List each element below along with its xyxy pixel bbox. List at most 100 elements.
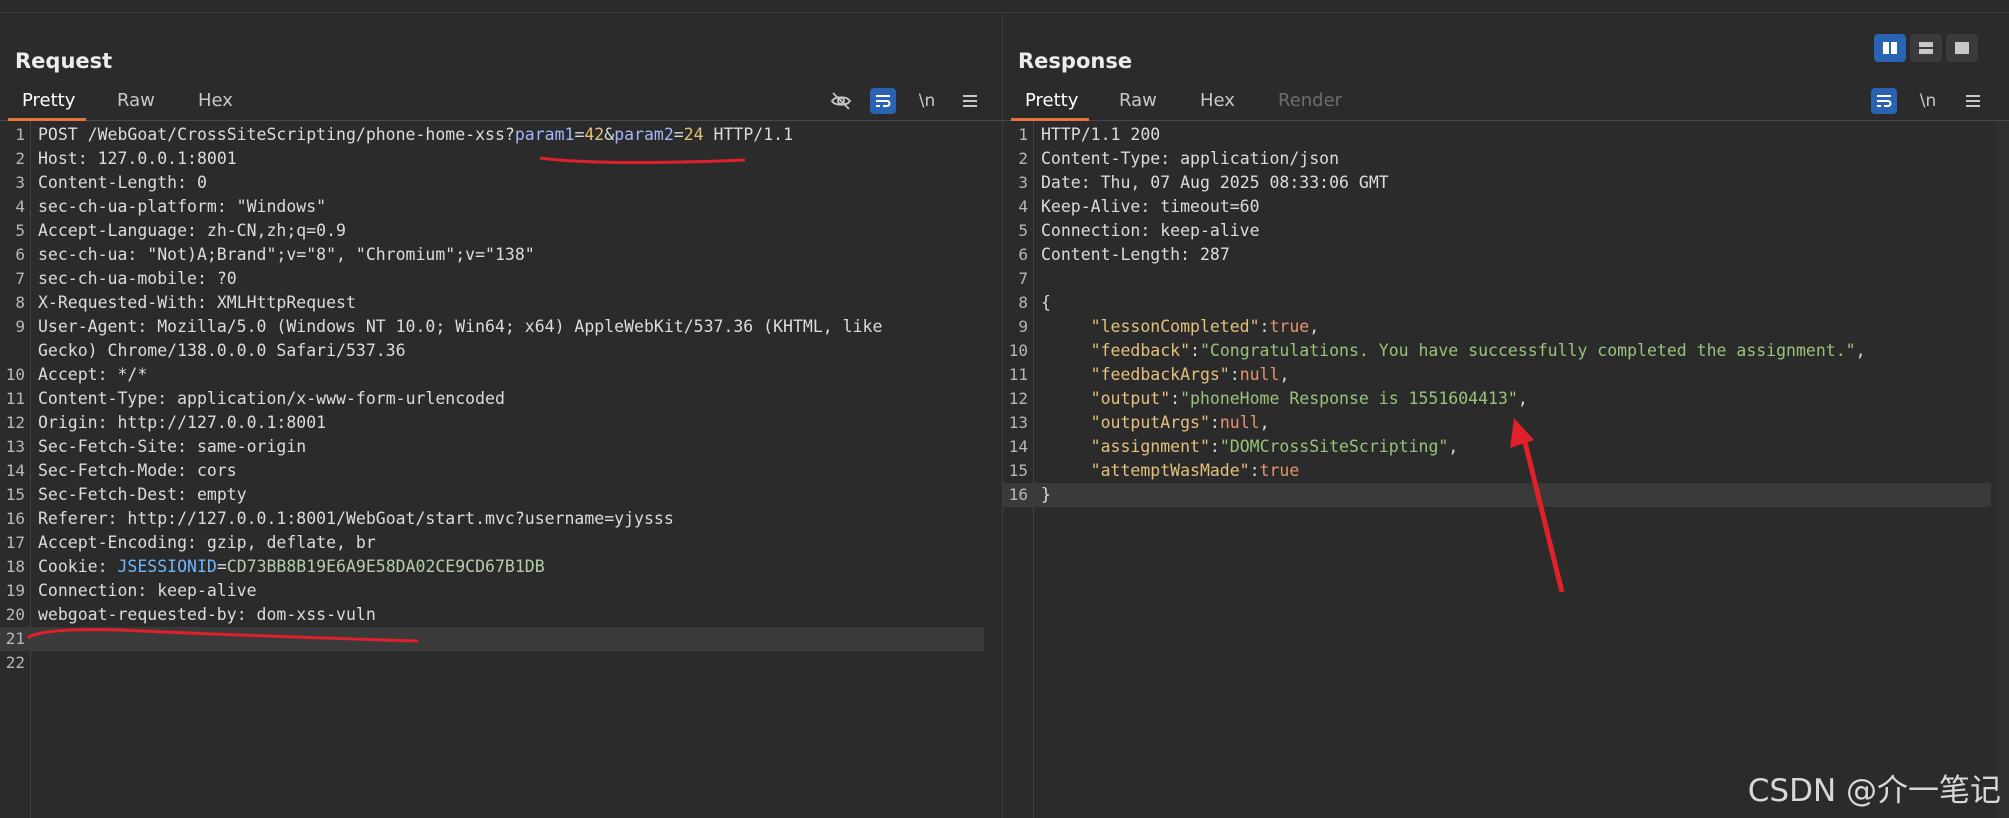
code-line[interactable]: 13 "outputArgs":null, <box>1003 411 1991 435</box>
wrap-lines-icon[interactable] <box>870 88 896 114</box>
code-line[interactable]: 6 Content-Length: 287 <box>1003 243 1991 267</box>
code-token: Content-Type <box>38 389 158 408</box>
code-line[interactable]: 10 Accept: */* <box>0 363 984 387</box>
tab-raw[interactable]: Raw <box>1119 90 1157 111</box>
code-line[interactable]: 4 Keep-Alive: timeout=60 <box>1003 195 1991 219</box>
line-number: 14 <box>5 461 25 480</box>
code-line[interactable]: 14 Sec-Fetch-Mode: cors <box>0 459 984 483</box>
line-number: 13 <box>1008 413 1028 432</box>
code-line[interactable]: 17 Accept-Encoding: gzip, deflate, br <box>0 531 984 555</box>
tab-render[interactable]: Render <box>1278 90 1342 111</box>
menu-icon[interactable] <box>1960 88 1986 114</box>
code-token: , <box>1855 341 1866 360</box>
code-line[interactable]: 16} <box>1003 483 1991 507</box>
tab-pretty[interactable]: Pretty <box>22 90 75 111</box>
code-line[interactable]: 16 Referer: http://127.0.0.1:8001/WebGoat… <box>0 507 984 531</box>
code-line[interactable]: 13 Sec-Fetch-Site: same-origin <box>0 435 984 459</box>
code-line[interactable]: 15 "attemptWasMade":true <box>1003 459 1991 483</box>
code-token: : <box>1259 317 1270 336</box>
code-line[interactable]: 11 Content-Type: application/x-www-form-u… <box>0 387 984 411</box>
code-line[interactable]: 2 Host: 127.0.0.1:8001 <box>0 147 984 171</box>
line-number: 7 <box>15 269 25 288</box>
wrap-lines-icon[interactable] <box>1871 88 1897 114</box>
code-line[interactable]: 3 Date: Thu, 07 Aug 2025 08:33:06 GMT <box>1003 171 1991 195</box>
code-line[interactable]: 15 Sec-Fetch-Dest: empty <box>0 483 984 507</box>
code-token: : cors <box>177 461 237 480</box>
code-line[interactable]: 22 <box>0 651 984 675</box>
code-text: "lessonCompleted":true, <box>1041 315 1320 339</box>
code-line[interactable]: 1 POST /WebGoat/CrossSiteScripting/phone-… <box>0 123 984 147</box>
tab-hex[interactable]: Hex <box>198 90 233 111</box>
code-token: HTTP/1.1 <box>703 125 794 144</box>
code-token: Cookie <box>38 557 98 576</box>
response-editor[interactable]: 1 HTTP/1.1 200 2 Content-Type: application/… <box>1003 121 2009 818</box>
code-line[interactable]: 9 User-Agent: Mozilla/5.0 (Windows NT 10.… <box>0 315 984 339</box>
code-text: Sec-Fetch-Dest: empty <box>38 483 247 507</box>
line-number: 4 <box>1018 197 1028 216</box>
code-token: : keep-alive <box>1140 221 1260 240</box>
code-line[interactable]: 9 "lessonCompleted":true, <box>1003 315 1991 339</box>
code-token: & <box>604 125 615 144</box>
code-line[interactable]: 7 <box>1003 267 1991 291</box>
code-line[interactable]: 2 Content-Type: application/json <box>1003 147 1991 171</box>
code-line[interactable]: 12 Origin: http://127.0.0.1:8001 <box>0 411 984 435</box>
code-line[interactable]: 19 Connection: keep-alive <box>0 579 984 603</box>
code-token: : Mozilla/5.0 (Windows NT 10.0; Win64; x… <box>137 317 883 336</box>
code-line[interactable]: 4 sec-ch-ua-platform: "Windows" <box>0 195 984 219</box>
code-token: : dom-xss-vuln <box>236 605 376 624</box>
line-number: 21 <box>5 629 25 648</box>
menu-icon[interactable] <box>957 88 983 114</box>
code-line[interactable]: 8 X-Requested-With: XMLHttpRequest <box>0 291 984 315</box>
split-vertical-icon[interactable] <box>1910 34 1942 62</box>
code-token: Connection <box>38 581 138 600</box>
code-token: "attemptWasMade" <box>1041 461 1250 480</box>
code-line[interactable]: Gecko) Chrome/138.0.0.0 Safari/537.36 <box>0 339 984 363</box>
line-number: 12 <box>5 413 25 432</box>
vertical-scrollbar[interactable] <box>1995 121 2009 818</box>
code-token: , <box>1279 365 1290 384</box>
code-token: sec-ch-ua <box>38 245 128 264</box>
request-pane: Request Pretty Raw Hex \n 1 POST /WebGoat… <box>0 13 1003 818</box>
code-token: : Thu, 07 Aug 2025 08:33:06 GMT <box>1080 173 1389 192</box>
code-text: "assignment":"DOMCrossSiteScripting", <box>1041 435 1459 459</box>
line-number: 9 <box>15 317 25 336</box>
code-text: Cookie: JSESSIONID=CD73BB8B19E6A9E58DA02… <box>38 555 545 579</box>
top-toolbar-strip <box>0 0 2009 13</box>
code-line[interactable]: 21 <box>0 627 984 651</box>
code-line[interactable]: 5 Connection: keep-alive <box>1003 219 1991 243</box>
code-line[interactable]: 14 "assignment":"DOMCrossSiteScripting", <box>1003 435 1991 459</box>
code-line[interactable]: 8{ <box>1003 291 1991 315</box>
code-line[interactable]: 18 Cookie: JSESSIONID=CD73BB8B19E6A9E58DA… <box>0 555 984 579</box>
tab-hex[interactable]: Hex <box>1200 90 1235 111</box>
code-text: sec-ch-ua-mobile: ?0 <box>38 267 237 291</box>
code-line[interactable]: 20 webgoat-requested-by: dom-xss-vuln <box>0 603 984 627</box>
request-editor[interactable]: 1 POST /WebGoat/CrossSiteScripting/phone-… <box>0 121 1002 818</box>
code-line[interactable]: 1 HTTP/1.1 200 <box>1003 123 1991 147</box>
code-line[interactable]: 3 Content-Length: 0 <box>0 171 984 195</box>
code-line[interactable]: 11 "feedbackArgs":null, <box>1003 363 1991 387</box>
line-number: 14 <box>1008 437 1028 456</box>
code-token: : ?0 <box>196 269 237 288</box>
line-number: 6 <box>1018 245 1028 264</box>
code-line[interactable]: 6 sec-ch-ua: "Not)A;Brand";v="8", "Chromi… <box>0 243 984 267</box>
code-line[interactable]: 7 sec-ch-ua-mobile: ?0 <box>0 267 984 291</box>
code-line[interactable]: 12 "output":"phoneHome Response is 15516… <box>1003 387 1991 411</box>
tab-pretty[interactable]: Pretty <box>1025 90 1078 111</box>
code-token: : <box>1229 365 1240 384</box>
line-number: 1 <box>15 125 25 144</box>
code-line[interactable]: 5 Accept-Language: zh-CN,zh;q=0.9 <box>0 219 984 243</box>
code-line[interactable]: 10 "feedback":"Congratulations. You have… <box>1003 339 1991 363</box>
code-token: Host <box>38 149 78 168</box>
newline-icon[interactable]: \n <box>1915 88 1941 114</box>
split-horizontal-icon[interactable] <box>1874 34 1906 62</box>
line-number: 17 <box>5 533 25 552</box>
single-pane-icon[interactable] <box>1946 34 1978 62</box>
line-number: 18 <box>5 557 25 576</box>
tab-raw[interactable]: Raw <box>117 90 155 111</box>
code-token: , <box>1448 437 1459 456</box>
eye-off-icon[interactable] <box>828 88 854 114</box>
newline-icon[interactable]: \n <box>914 88 940 114</box>
code-token: : <box>1249 461 1260 480</box>
code-token: = <box>574 125 585 144</box>
code-text: Content-Type: application/x-www-form-url… <box>38 387 505 411</box>
